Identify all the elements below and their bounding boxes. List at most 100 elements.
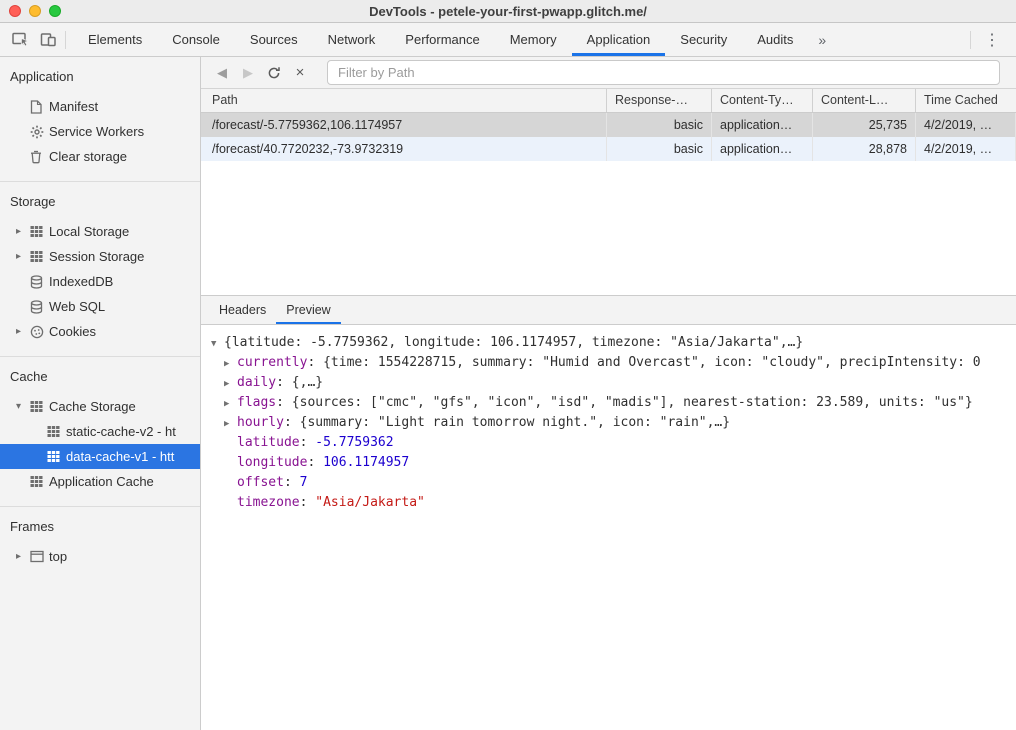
cell-path: /forecast/40.7720232,-73.9732319 — [201, 137, 607, 161]
tab-network[interactable]: Network — [313, 23, 391, 56]
cell-time-cached: 4/2/2019, … — [916, 137, 1016, 161]
more-tabs-button[interactable]: » — [808, 32, 836, 48]
sidebar-section-cache: Cache▾Cache Storagestatic-cache-v2 - htd… — [0, 356, 200, 506]
sidebar-item-cookies[interactable]: ▸Cookies — [0, 319, 200, 344]
expander-icon[interactable]: ▸ — [16, 251, 30, 262]
clear-storage-icon — [30, 150, 49, 164]
toolbar-divider — [65, 31, 66, 49]
tree-collapsed-icon[interactable]: ▶ — [224, 394, 237, 413]
tab-performance[interactable]: Performance — [390, 23, 494, 56]
tree-line[interactable]: ▶daily: {,…} — [201, 373, 1016, 393]
tree-line[interactable]: ▶flags: {sources: ["cmc", "gfs", "icon",… — [201, 393, 1016, 413]
tree-line[interactable]: ▼{latitude: -5.7759362, longitude: 106.1… — [201, 333, 1016, 353]
forward-icon[interactable]: ▶ — [235, 60, 261, 86]
expander-icon[interactable]: ▸ — [16, 551, 30, 562]
sidebar-item-static-cache-v2-ht[interactable]: static-cache-v2 - ht — [0, 419, 200, 444]
tab-sources[interactable]: Sources — [235, 23, 313, 56]
refresh-icon[interactable] — [261, 60, 287, 86]
tab-elements[interactable]: Elements — [73, 23, 157, 56]
cell-response: basic — [607, 113, 712, 137]
sidebar-item-label: Cache Storage — [49, 399, 200, 414]
tree-collapsed-icon[interactable]: ▶ — [224, 374, 237, 393]
tab-headers[interactable]: Headers — [209, 296, 276, 324]
devtools-tabbar: ElementsConsoleSourcesNetworkPerformance… — [0, 23, 1016, 57]
cache-toolbar: ◀ ▶ × — [201, 57, 1016, 89]
tree-line[interactable]: offset: 7 — [201, 473, 1016, 493]
json-plain: {latitude: -5.7759362, longitude: 106.11… — [224, 335, 803, 350]
tab-preview[interactable]: Preview — [276, 296, 340, 324]
column-header-path[interactable]: Path — [201, 89, 607, 112]
sidebar-item-top[interactable]: ▸top — [0, 544, 200, 569]
sidebar-item-cache-storage[interactable]: ▾ Cache Storage — [0, 394, 200, 419]
sidebar-item-session-storage[interactable]: ▸Session Storage — [0, 244, 200, 269]
sidebar-item-label: Local Storage — [49, 224, 200, 239]
expander-icon[interactable]: ▸ — [16, 326, 30, 337]
tree-line[interactable]: ▶currently: {time: 1554228715, summary: … — [201, 353, 1016, 373]
table-row[interactable]: /forecast/40.7720232,-73.9732319basicapp… — [201, 137, 1016, 161]
tab-application[interactable]: Application — [572, 23, 666, 56]
json-key: timezone — [237, 495, 300, 510]
tab-memory[interactable]: Memory — [495, 23, 572, 56]
cell-path: /forecast/-5.7759362,106.1174957 — [201, 113, 607, 137]
expander-icon[interactable]: ▾ — [16, 401, 30, 412]
resource-detail-tabs: HeadersPreview — [201, 295, 1016, 325]
tree-collapsed-icon[interactable]: ▶ — [224, 414, 237, 433]
table-icon — [30, 225, 49, 238]
table-icon — [30, 400, 49, 413]
sidebar-item-manifest[interactable]: Manifest — [0, 94, 200, 119]
toolbar-divider — [970, 31, 971, 49]
device-toolbar-icon[interactable] — [34, 26, 62, 54]
section-header-storage: Storage — [0, 182, 200, 219]
document-icon — [30, 100, 49, 114]
database-icon — [30, 275, 49, 289]
tab-security[interactable]: Security — [665, 23, 742, 56]
kebab-menu-icon[interactable]: ⋮ — [974, 30, 1010, 50]
column-header-content-l[interactable]: Content-L… — [813, 89, 916, 112]
table-row[interactable]: /forecast/-5.7759362,106.1174957basicapp… — [201, 113, 1016, 137]
sidebar-item-indexeddb[interactable]: IndexedDB — [0, 269, 200, 294]
json-key: offset — [237, 475, 284, 490]
cache-panel: ◀ ▶ × PathResponse-…Content-Ty…Content-L… — [201, 57, 1016, 730]
json-number: 7 — [300, 475, 308, 490]
cell-content-ty: application… — [712, 137, 813, 161]
sidebar-item-data-cache-v1-htt[interactable]: data-cache-v1 - htt — [0, 444, 200, 469]
window-controls — [9, 5, 61, 17]
inspect-icon[interactable] — [6, 26, 34, 54]
zoom-window-button[interactable] — [49, 5, 61, 17]
json-key: flags — [237, 395, 276, 410]
frame-icon — [30, 550, 49, 563]
tree-expanded-icon[interactable]: ▼ — [211, 334, 224, 353]
sidebar-item-web-sql[interactable]: Web SQL — [0, 294, 200, 319]
tree-line[interactable]: longitude: 106.1174957 — [201, 453, 1016, 473]
sidebar-item-label: IndexedDB — [49, 274, 200, 289]
tree-line[interactable]: ▶hourly: {summary: "Light rain tomorrow … — [201, 413, 1016, 433]
clear-icon[interactable]: × — [287, 60, 313, 86]
tab-audits[interactable]: Audits — [742, 23, 808, 56]
expander-icon[interactable]: ▸ — [16, 226, 30, 237]
sidebar-section-frames: Frames▸top — [0, 506, 200, 581]
devtools-window: DevTools - petele-your-first-pwapp.glitc… — [0, 0, 1016, 730]
table-icon — [47, 425, 66, 438]
column-header-time-cached[interactable]: Time Cached — [916, 89, 1016, 112]
window-title: DevTools - petele-your-first-pwapp.glitc… — [369, 4, 647, 19]
sidebar-item-clear-storage[interactable]: Clear storage — [0, 144, 200, 169]
close-window-button[interactable] — [9, 5, 21, 17]
sidebar-item-local-storage[interactable]: ▸ Local Storage — [0, 219, 200, 244]
column-header-content-ty[interactable]: Content-Ty… — [712, 89, 813, 112]
tree-collapsed-icon[interactable]: ▶ — [224, 354, 237, 373]
sidebar-item-label: Manifest — [49, 99, 200, 114]
minimize-window-button[interactable] — [29, 5, 41, 17]
tab-console[interactable]: Console — [157, 23, 235, 56]
tree-line[interactable]: timezone: "Asia/Jakarta" — [201, 493, 1016, 513]
back-icon[interactable]: ◀ — [209, 60, 235, 86]
cell-content-l: 25,735 — [813, 113, 916, 137]
tree-line[interactable]: latitude: -5.7759362 — [201, 433, 1016, 453]
cache-table-header: PathResponse-…Content-Ty…Content-L…Time … — [201, 89, 1016, 113]
sidebar-item-label: data-cache-v1 - htt — [66, 449, 200, 464]
sidebar-item-service-workers[interactable]: Service Workers — [0, 119, 200, 144]
filter-by-path-input[interactable] — [327, 60, 1000, 85]
json-key: hourly — [237, 415, 284, 430]
column-header-response[interactable]: Response-… — [607, 89, 712, 112]
sidebar-item-label: Service Workers — [49, 124, 200, 139]
sidebar-item-application-cache[interactable]: Application Cache — [0, 469, 200, 494]
